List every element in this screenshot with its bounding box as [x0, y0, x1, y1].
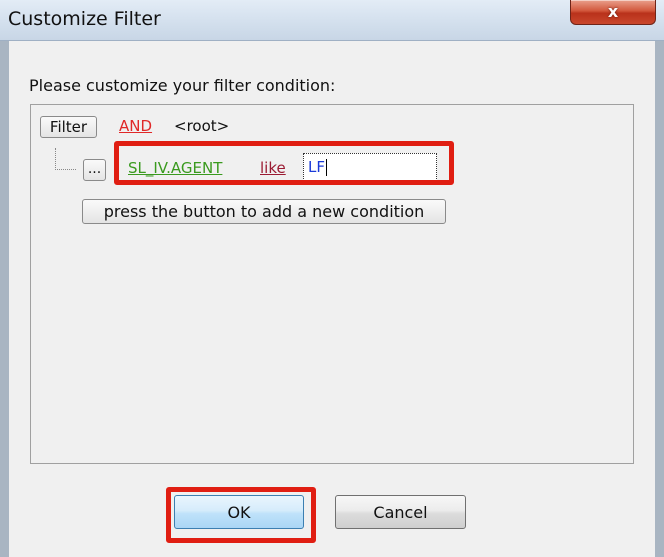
root-label: <root>	[174, 117, 230, 135]
title-bar: Customize Filter x	[0, 0, 664, 41]
close-button[interactable]: x	[570, 0, 656, 25]
close-icon: x	[607, 2, 619, 21]
prompt-label: Please customize your filter condition:	[29, 76, 336, 95]
filter-button[interactable]: Filter	[40, 116, 97, 138]
cancel-button[interactable]: Cancel	[335, 495, 466, 529]
condition-highlight	[114, 141, 454, 185]
add-condition-button[interactable]: press the button to add a new condition	[82, 199, 446, 224]
group-operator-link[interactable]: AND	[119, 117, 152, 135]
tree-connector-vertical	[55, 148, 56, 170]
tree-connector-horizontal	[55, 169, 76, 170]
condition-menu-button[interactable]: ...	[83, 159, 106, 181]
ok-highlight	[166, 487, 316, 543]
window-title: Customize Filter	[8, 8, 161, 30]
